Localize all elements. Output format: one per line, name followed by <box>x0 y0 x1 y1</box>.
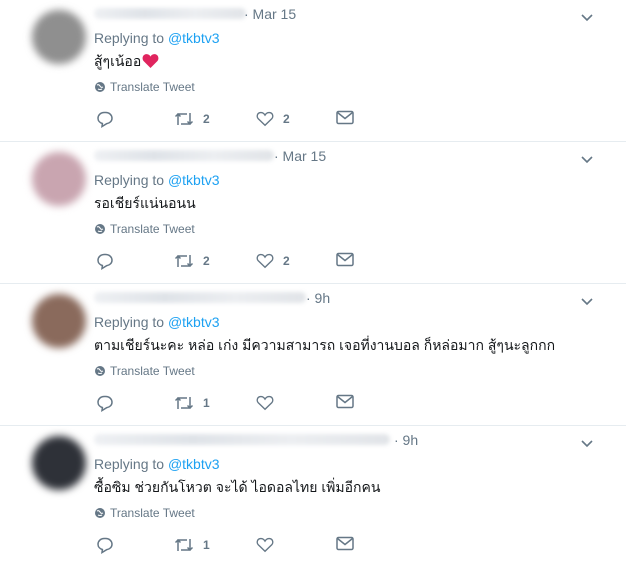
tweet-actions: 2 2 <box>96 252 396 272</box>
chevron-down-icon[interactable] <box>580 436 594 450</box>
replying-to: Replying to @tkbtv3 <box>94 456 220 472</box>
like-button[interactable] <box>256 394 274 411</box>
globe-icon <box>95 508 105 518</box>
translate-label[interactable]: Translate Tweet <box>110 364 195 378</box>
chevron-down-icon[interactable] <box>580 294 594 308</box>
tweet-actions: 2 2 <box>96 110 396 130</box>
reply-button[interactable] <box>96 394 114 412</box>
chevron-down-icon[interactable] <box>580 10 594 24</box>
heart-outline-icon <box>256 537 274 553</box>
reply-button[interactable] <box>96 110 114 128</box>
avatar[interactable] <box>32 10 86 64</box>
globe-icon <box>95 82 105 92</box>
replying-to: Replying to @tkbtv3 <box>94 314 220 330</box>
translate-tweet[interactable]: Translate Tweet <box>94 506 195 520</box>
tweet-text-body: สู้ๆเน้ออ <box>94 53 142 69</box>
message-button[interactable] <box>336 252 354 267</box>
timestamp[interactable]: · Mar 15 <box>244 6 296 22</box>
reply-icon <box>97 537 113 554</box>
envelope-icon <box>336 110 354 125</box>
mention-link[interactable]: @tkbtv3 <box>168 456 220 472</box>
message-button[interactable] <box>336 394 354 409</box>
tweet-text: รอเชียร์แน่นอนน <box>94 195 196 211</box>
replying-prefix: Replying to <box>94 314 165 330</box>
translate-label[interactable]: Translate Tweet <box>110 80 195 94</box>
timestamp[interactable]: · Mar 15 <box>274 148 326 164</box>
retweet-icon <box>174 254 194 268</box>
like-button[interactable] <box>256 536 274 553</box>
retweet-count: 2 <box>203 254 210 268</box>
blurred-username <box>94 434 390 445</box>
retweet-count: 1 <box>203 396 210 410</box>
translate-tweet[interactable]: Translate Tweet <box>94 80 195 94</box>
replying-to: Replying to @tkbtv3 <box>94 172 220 188</box>
translate-tweet[interactable]: Translate Tweet <box>94 364 195 378</box>
retweet-button[interactable]: 1 <box>174 536 210 554</box>
retweet-count: 1 <box>203 538 210 552</box>
translate-label[interactable]: Translate Tweet <box>110 222 195 236</box>
replying-prefix: Replying to <box>94 172 165 188</box>
blurred-username <box>94 292 306 303</box>
reply-icon <box>97 253 113 270</box>
like-button[interactable]: 2 <box>256 252 290 269</box>
replying-prefix: Replying to <box>94 456 165 472</box>
envelope-icon <box>336 536 354 551</box>
like-count: 2 <box>283 111 290 126</box>
mention-link[interactable]: @tkbtv3 <box>168 172 220 188</box>
reply-button[interactable] <box>96 252 114 270</box>
chevron-down-icon[interactable] <box>580 152 594 166</box>
timestamp[interactable]: · 9h <box>394 432 418 448</box>
message-button[interactable] <box>336 536 354 551</box>
like-button[interactable]: 2 <box>256 110 290 127</box>
heart-outline-icon <box>256 111 274 127</box>
message-button[interactable] <box>336 110 354 125</box>
tweet-actions: 1 <box>96 394 396 414</box>
translate-label[interactable]: Translate Tweet <box>110 506 195 520</box>
mention-link[interactable]: @tkbtv3 <box>168 314 220 330</box>
retweet-count: 2 <box>203 112 210 126</box>
heart-outline-icon <box>256 395 274 411</box>
reply-icon <box>97 111 113 128</box>
tweet-text: ตามเชียร์นะคะ หล่อ เก่ง มีความสามารถ เจอ… <box>94 337 556 353</box>
retweet-icon <box>174 112 194 126</box>
replying-prefix: Replying to <box>94 30 165 46</box>
retweet-button[interactable]: 1 <box>174 394 210 412</box>
avatar[interactable] <box>32 436 86 490</box>
heart-outline-icon <box>256 253 274 269</box>
tweet-text: ซื้อซิม ช่วยกันโหวต จะได้ ไอดอลไทย เพิ่ม… <box>94 479 381 495</box>
blurred-username <box>94 150 274 161</box>
avatar[interactable] <box>32 152 86 206</box>
tweet-actions: 1 <box>96 536 396 556</box>
replying-to: Replying to @tkbtv3 <box>94 30 220 46</box>
reply-button[interactable] <box>96 536 114 554</box>
tweet-2[interactable]: · Mar 15 Replying to @tkbtv3 รอเชียร์แน่… <box>0 142 626 284</box>
globe-icon <box>95 224 105 234</box>
retweet-button[interactable]: 2 <box>174 110 210 128</box>
timestamp[interactable]: · 9h <box>306 290 330 306</box>
reply-icon <box>97 395 113 412</box>
like-count: 2 <box>283 253 290 268</box>
tweet-1[interactable]: · Mar 15 Replying to @tkbtv3 สู้ๆเน้ออ T… <box>0 0 626 142</box>
retweet-button[interactable]: 2 <box>174 252 210 270</box>
avatar[interactable] <box>32 294 86 348</box>
tweet-text: สู้ๆเน้ออ <box>94 51 159 73</box>
mention-link[interactable]: @tkbtv3 <box>168 30 220 46</box>
envelope-icon <box>336 252 354 267</box>
envelope-icon <box>336 394 354 409</box>
red-heart-icon <box>142 53 159 71</box>
tweet-4[interactable]: · 9h Replying to @tkbtv3 ซื้อซิม ช่วยกัน… <box>0 426 626 561</box>
globe-icon <box>95 366 105 376</box>
retweet-icon <box>174 396 194 410</box>
blurred-username <box>94 8 246 19</box>
tweet-3[interactable]: · 9h Replying to @tkbtv3 ตามเชียร์นะคะ ห… <box>0 284 626 426</box>
translate-tweet[interactable]: Translate Tweet <box>94 222 195 236</box>
retweet-icon <box>174 538 194 552</box>
